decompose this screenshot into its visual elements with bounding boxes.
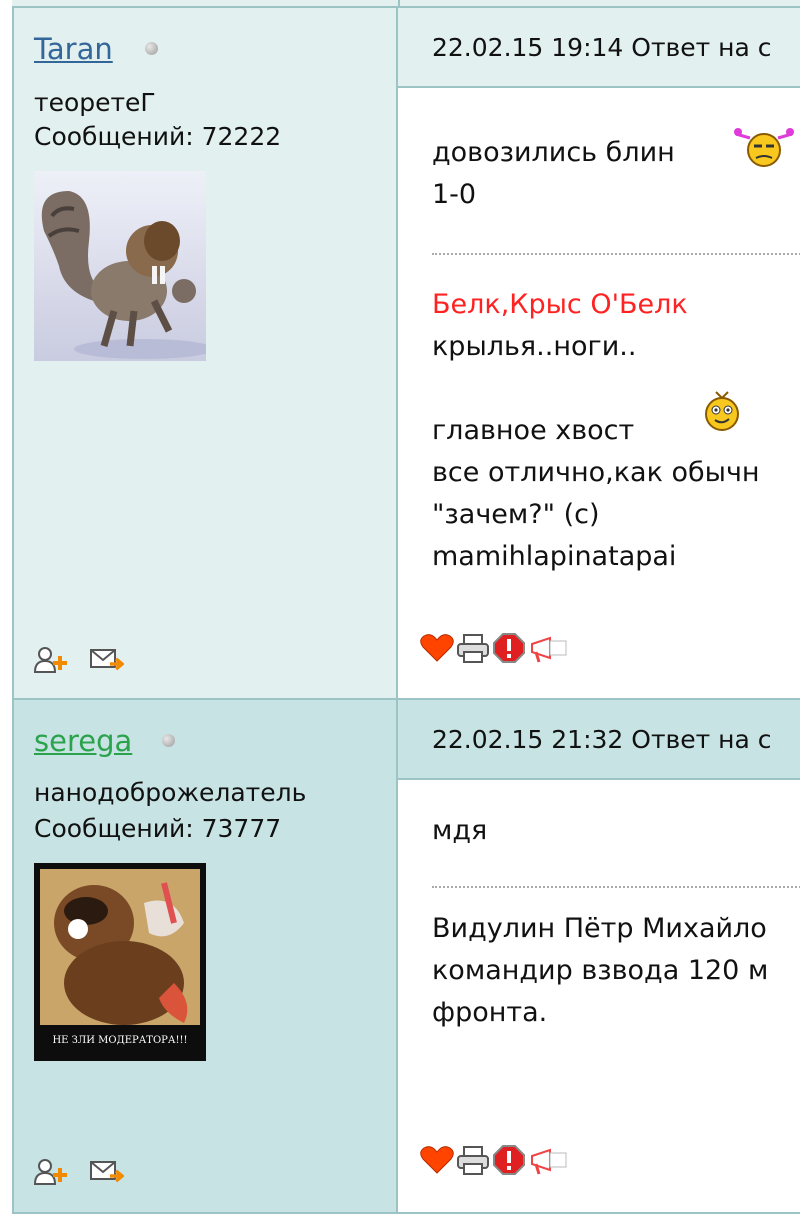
message-line: мдя — [432, 815, 488, 846]
offline-status-icon — [145, 42, 158, 55]
username-link[interactable]: Taran — [34, 32, 113, 66]
forum-thread: Taran теоретеГ Сообщений: 72222 22.02.15… — [0, 0, 800, 1218]
avatar — [34, 171, 206, 361]
user-actions — [33, 646, 125, 681]
message-panel: 22.02.15 21:32 Ответ на с мдя Видулин Пё… — [398, 700, 800, 1212]
add-friend-icon[interactable] — [33, 646, 68, 681]
avatar: НЕ ЗЛИ МОДЕРАТОРА!!! — [34, 863, 206, 1061]
post-count: Сообщений: 73777 — [34, 814, 282, 843]
like-heart-icon[interactable] — [420, 632, 454, 671]
forum-post: serega нанодоброжелатель Сообщений: 7377… — [12, 700, 800, 1212]
user-actions — [33, 1158, 125, 1193]
print-icon[interactable] — [456, 632, 490, 671]
message-text: мдя — [432, 810, 800, 852]
signature-line: фронта. — [432, 997, 548, 1028]
message-panel: 22.02.15 19:14 Ответ на с довозились бли… — [398, 8, 800, 700]
like-heart-icon[interactable] — [420, 1144, 454, 1183]
username-link[interactable]: serega — [34, 724, 132, 758]
message-actions — [420, 632, 568, 671]
send-message-icon[interactable] — [90, 1158, 125, 1193]
message-header: 22.02.15 19:14 Ответ на с — [398, 8, 800, 88]
signature: Белк,Крыс О'Белк крылья..ноги.. главное … — [432, 284, 800, 578]
signature-line: Видулин Пётр Михайло — [432, 913, 767, 944]
post-count: Сообщений: 72222 — [34, 122, 282, 151]
user-info-panel: serega нанодоброжелатель Сообщений: 7377… — [12, 700, 398, 1212]
signature: Видулин Пётр Михайло командир взвода 120… — [432, 908, 800, 1034]
report-icon[interactable] — [492, 632, 526, 671]
offline-status-icon — [162, 734, 175, 747]
user-info-panel: Taran теоретеГ Сообщений: 72222 — [12, 8, 398, 700]
signature-line: mamihlapinatapai — [432, 541, 677, 572]
report-icon[interactable] — [492, 1144, 526, 1183]
forum-post: Taran теоретеГ Сообщений: 72222 22.02.15… — [12, 8, 800, 700]
message-header: 22.02.15 21:32 Ответ на с — [398, 700, 800, 780]
user-rank: нанодоброжелатель — [34, 778, 307, 807]
announce-icon[interactable] — [528, 1144, 568, 1183]
announce-icon[interactable] — [528, 632, 568, 671]
add-friend-icon[interactable] — [33, 1158, 68, 1193]
print-icon[interactable] — [456, 1144, 490, 1183]
signature-line: крылья..ноги.. — [432, 331, 637, 362]
smiley-icon — [732, 124, 796, 179]
message-actions — [420, 1144, 568, 1183]
previous-post-edge — [12, 0, 800, 8]
signature-line: "зачем?" (с) — [432, 499, 600, 530]
smiley-icon — [702, 388, 742, 439]
message-line: 1-0 — [432, 179, 477, 210]
page-margin — [0, 0, 12, 1218]
signature-line: командир взвода 120 м — [432, 955, 769, 986]
signature-divider — [432, 886, 800, 888]
avatar-caption: НЕ ЗЛИ МОДЕРАТОРА!!! — [52, 1035, 187, 1046]
signature-line — [432, 368, 800, 410]
signature-line: главное хвост — [432, 415, 635, 446]
signature-divider — [432, 253, 800, 255]
next-post-edge — [12, 1212, 800, 1218]
user-rank: теоретеГ — [34, 88, 156, 117]
signature-line: все отлично,как обычн — [432, 457, 760, 488]
send-message-icon[interactable] — [90, 646, 125, 681]
signature-line: Белк,Крыс О'Белк — [432, 289, 688, 320]
